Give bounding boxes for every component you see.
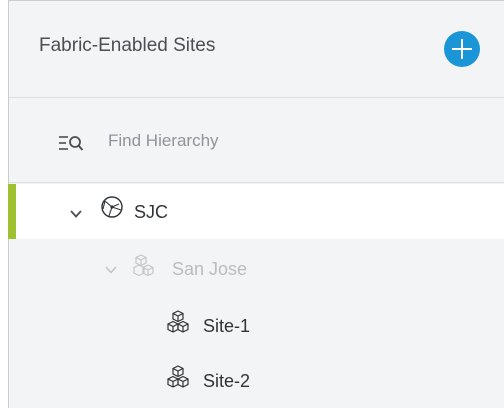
panel-title: Fabric-Enabled Sites (39, 35, 216, 56)
tree-node-label: SJC (134, 202, 169, 222)
building-cubes-icon (167, 365, 189, 388)
tree-node-label: Site-1 (203, 316, 251, 336)
find-hierarchy-input[interactable] (108, 128, 438, 154)
chevron-down-icon[interactable] (104, 263, 118, 277)
globe-icon (101, 196, 123, 218)
fabric-sites-panel: Fabric-Enabled Sites SJC (8, 0, 504, 408)
selection-indicator (8, 184, 16, 239)
tree-node-label: San Jose (172, 259, 248, 279)
chevron-down-icon[interactable] (69, 207, 83, 221)
tree-node-sjc[interactable]: SJC (8, 184, 504, 239)
filter-search-icon[interactable] (58, 134, 84, 152)
tree-node-san-jose[interactable]: San Jose (9, 241, 504, 296)
tree-node-site-1[interactable]: Site-1 (9, 297, 504, 352)
add-site-button[interactable] (444, 31, 480, 67)
find-hierarchy-row (9, 98, 504, 183)
tree-node-label: Site-2 (203, 371, 251, 391)
tree-node-site-2[interactable]: Site-2 (9, 353, 504, 408)
building-cubes-icon (167, 310, 189, 333)
building-cubes-icon (133, 254, 154, 277)
panel-header: Fabric-Enabled Sites (9, 1, 504, 98)
plus-icon-vertical (461, 39, 463, 59)
